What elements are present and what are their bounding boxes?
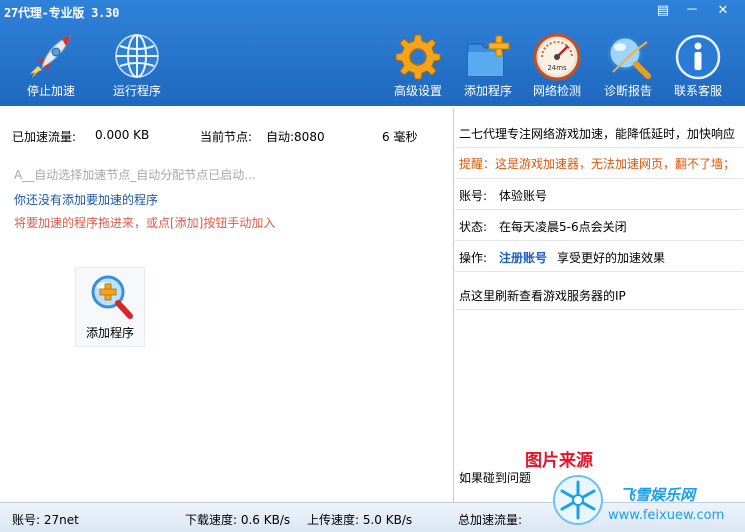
speedometer-icon: 24ms bbox=[533, 33, 581, 81]
magnifier-icon bbox=[607, 35, 651, 79]
minimize-button[interactable]: － bbox=[681, 2, 703, 20]
info-icon bbox=[675, 34, 721, 80]
snowflake-logo-icon bbox=[553, 475, 603, 525]
status-value: 在每天凌晨5-6点会关闭 bbox=[499, 220, 627, 234]
intro-text: 二七代理专注网络游戏加速，能降低延时，加快响应 bbox=[459, 127, 736, 141]
refresh-server-ip-link[interactable]: 点这里刷新查看游戏服务器的IP bbox=[459, 287, 626, 304]
no-program-hint: 你还没有添加要加速的程序 bbox=[14, 193, 159, 207]
add-program-tile[interactable]: 添加程序 bbox=[75, 267, 145, 347]
drag-program-hint: 将要加速的程序拖进来，或点[添加]按钮手动加入 bbox=[14, 216, 276, 230]
advanced-settings-label: 高级设置 bbox=[393, 84, 442, 98]
watermark-site-url: www.feixuew.com bbox=[608, 508, 725, 523]
auto-node-hint: A__自动选择加速节点_自动分配节点已启动... bbox=[14, 168, 256, 182]
watermark-site-name: 飞雪娱乐网 bbox=[620, 486, 696, 504]
register-account-link[interactable]: 注册账号 bbox=[499, 249, 547, 266]
divider bbox=[455, 178, 743, 179]
top-bar: 27代理-专业版 3.30 ▤ － ✕ 停止加速 运行程序 高级设置 添加程序 … bbox=[0, 0, 745, 106]
network-check-button[interactable]: 24ms 网络检测 bbox=[527, 30, 587, 102]
status-upload-speed: 上传速度: 5.0 KB/s bbox=[307, 513, 413, 527]
window-title: 27代理-专业版 3.30 bbox=[4, 6, 120, 20]
problem-text: 如果碰到问题 bbox=[459, 471, 532, 485]
advanced-settings-button[interactable]: 高级设置 bbox=[388, 30, 448, 102]
network-check-label: 网络检测 bbox=[532, 84, 581, 98]
watermark-source: 图片来源 bbox=[525, 451, 593, 471]
menu-button[interactable]: ▤ bbox=[652, 2, 674, 20]
rocket-icon bbox=[30, 35, 71, 78]
status-total-flow: 总加速流量: bbox=[458, 513, 523, 527]
globe-icon bbox=[115, 34, 159, 78]
divider bbox=[455, 209, 743, 210]
close-button[interactable]: ✕ bbox=[712, 2, 734, 20]
stop-accel-button[interactable]: 停止加速 bbox=[18, 30, 84, 102]
divider bbox=[455, 240, 743, 241]
add-program-label: 添加程序 bbox=[463, 84, 512, 98]
add-program-tile-label: 添加程序 bbox=[85, 326, 134, 340]
accel-flow-label: 已加速流量: bbox=[12, 130, 77, 144]
register-description: 享受更好的加速效果 bbox=[557, 251, 666, 265]
divider bbox=[455, 271, 743, 272]
latency-value: 6 毫秒 bbox=[382, 130, 418, 144]
main-panel: 已加速流量: 0.000 KB 当前节点: 自动:8080 6 毫秒 A__自动… bbox=[2, 108, 454, 502]
status-download-speed: 下载速度: 0.6 KB/s bbox=[185, 513, 291, 527]
magnifier-add-icon bbox=[91, 275, 133, 319]
account-value: 体验账号 bbox=[499, 189, 548, 203]
title-bar: 27代理-专业版 3.30 ▤ － ✕ bbox=[0, 0, 745, 24]
stop-accel-label: 停止加速 bbox=[26, 84, 75, 98]
node-value: 自动:8080 bbox=[266, 130, 325, 144]
run-program-button[interactable]: 运行程序 bbox=[104, 30, 170, 102]
add-program-button[interactable]: 添加程序 bbox=[458, 30, 518, 102]
reminder-text: 提醒：这是游戏加速器，无法加速网页，翻不了墙； bbox=[459, 157, 736, 171]
svg-text:24ms: 24ms bbox=[547, 64, 567, 72]
accel-flow-value: 0.000 KB bbox=[95, 128, 150, 142]
account-label: 账号: bbox=[459, 189, 488, 203]
contact-support-label: 联系客服 bbox=[673, 84, 722, 98]
diagnose-report-button[interactable]: 诊断报告 bbox=[598, 30, 658, 102]
run-program-label: 运行程序 bbox=[112, 84, 161, 98]
info-panel: 二七代理专注网络游戏加速，能降低延时，加快响应 提醒：这是游戏加速器，无法加速网… bbox=[455, 108, 745, 502]
status-label: 状态: bbox=[459, 220, 488, 234]
node-label: 当前节点: bbox=[200, 130, 253, 144]
status-account: 账号: 27net bbox=[12, 513, 79, 527]
gear-icon bbox=[395, 34, 441, 80]
diagnose-report-label: 诊断报告 bbox=[603, 84, 652, 98]
divider bbox=[455, 309, 743, 310]
divider bbox=[455, 147, 743, 148]
folder-add-icon bbox=[467, 35, 510, 77]
contact-support-button[interactable]: 联系客服 bbox=[668, 30, 728, 102]
action-label: 操作: bbox=[459, 251, 488, 265]
